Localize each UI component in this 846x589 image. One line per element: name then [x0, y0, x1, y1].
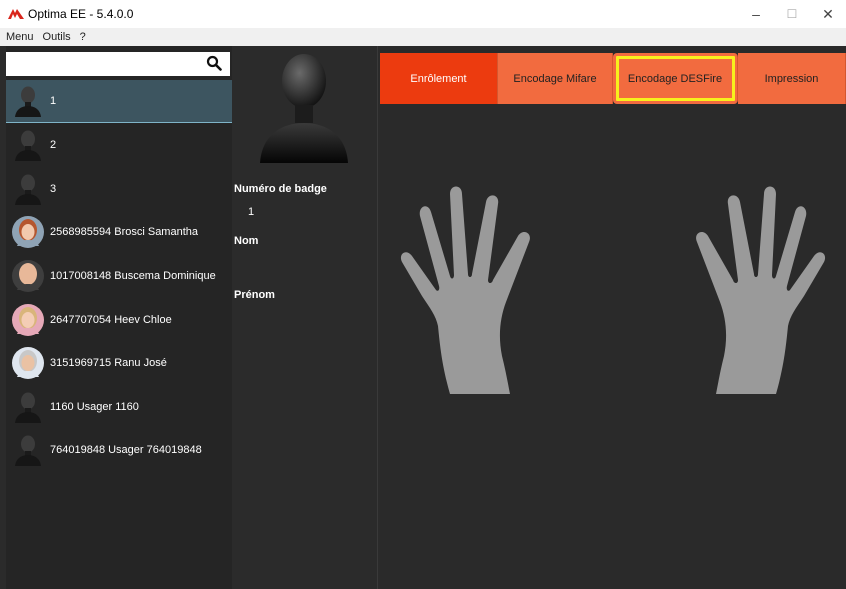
- avatar: [6, 254, 50, 297]
- list-item-label: 1017008148 Buscema Dominique: [50, 269, 216, 282]
- list-item-label: 1: [50, 95, 57, 107]
- avatar: [6, 124, 50, 167]
- menu-item-outils[interactable]: Outils: [43, 31, 71, 43]
- list-item-label: 3: [50, 182, 57, 195]
- user-photo-icon: [12, 303, 44, 336]
- app-window: Optima EE - 5.4.0.0 – ☐ ✕ Menu Outils ? …: [0, 0, 846, 589]
- list-item[interactable]: 3: [6, 167, 232, 210]
- user-silhouette-icon: [15, 392, 41, 423]
- badge-number-label: Numéro de badge: [234, 183, 327, 195]
- main-panel: Enrôlement Encodage Mifare Encodage DESF…: [380, 46, 846, 589]
- title-bar: Optima EE - 5.4.0.0 – ☐ ✕: [0, 0, 846, 28]
- hands-diagram: [400, 186, 826, 395]
- list-item[interactable]: 764019848 Usager 764019848: [6, 429, 232, 472]
- user-detail-panel: Numéro de badge 1 Nom Prénom: [232, 46, 378, 589]
- list-item-label: 3151969715 Ranu José: [50, 357, 167, 370]
- list-item-label: 2568985594 Brosci Samantha: [50, 226, 198, 239]
- list-item[interactable]: 2568985594 Brosci Samantha: [6, 211, 232, 254]
- menu-item-menu[interactable]: Menu: [6, 31, 34, 43]
- right-hand[interactable]: [696, 186, 826, 395]
- maximize-button[interactable]: ☐: [774, 0, 810, 28]
- list-item[interactable]: 2: [6, 124, 232, 167]
- tab-bar: Enrôlement Encodage Mifare Encodage DESF…: [380, 53, 846, 104]
- list-item-label: 2647707054 Heev Chloe: [50, 313, 172, 326]
- avatar: [6, 167, 50, 210]
- tab-impression[interactable]: Impression: [738, 53, 846, 104]
- left-hand[interactable]: [400, 186, 530, 395]
- user-list-panel: 1 2 3 2568985594 Brosci Samantha 1017008148 …: [6, 46, 232, 589]
- menu-bar: Menu Outils ?: [0, 28, 846, 46]
- avatar: [6, 211, 50, 254]
- user-photo-placeholder: [260, 54, 348, 163]
- user-photo-icon: [12, 259, 44, 292]
- prenom-label: Prénom: [234, 289, 275, 301]
- user-photo-icon: [12, 216, 44, 249]
- list-item[interactable]: 1017008148 Buscema Dominique: [6, 254, 232, 297]
- avatar: [6, 80, 50, 123]
- list-item[interactable]: 1160 Usager 1160: [6, 385, 232, 428]
- list-item[interactable]: 3151969715 Ranu José: [6, 342, 232, 385]
- close-button[interactable]: ✕: [810, 0, 846, 28]
- user-silhouette-icon: [15, 174, 41, 205]
- window-controls: – ☐ ✕: [738, 0, 846, 28]
- search-input[interactable]: [6, 52, 230, 76]
- avatar: [6, 385, 50, 428]
- list-item[interactable]: 2647707054 Heev Chloe: [6, 298, 232, 341]
- badge-number-value: 1: [248, 206, 255, 218]
- list-item-label: 764019848 Usager 764019848: [50, 444, 202, 457]
- list-item-label: 1160 Usager 1160: [50, 400, 139, 413]
- avatar: [6, 342, 50, 385]
- user-silhouette-icon: [15, 86, 41, 117]
- user-silhouette-icon: [15, 130, 41, 162]
- list-item-label: 2: [50, 139, 57, 152]
- avatar: [6, 429, 50, 472]
- window-title: Optima EE - 5.4.0.0: [28, 7, 134, 21]
- search-icon[interactable]: [206, 55, 222, 71]
- nom-label: Nom: [234, 235, 259, 247]
- user-silhouette-icon: [15, 435, 41, 467]
- menu-item-help[interactable]: ?: [80, 31, 86, 43]
- minimize-button[interactable]: –: [738, 0, 774, 28]
- tab-encodage-desfire[interactable]: Encodage DESFire: [613, 53, 738, 104]
- tab-enrolement[interactable]: Enrôlement: [380, 53, 498, 104]
- avatar: [6, 298, 50, 341]
- left-hand-icon: [400, 186, 530, 394]
- right-hand-icon: [696, 186, 826, 394]
- list-item[interactable]: 1: [6, 80, 232, 123]
- app-logo-icon: [8, 9, 24, 19]
- user-photo-icon: [12, 347, 44, 380]
- tab-encodage-mifare[interactable]: Encodage Mifare: [498, 53, 613, 104]
